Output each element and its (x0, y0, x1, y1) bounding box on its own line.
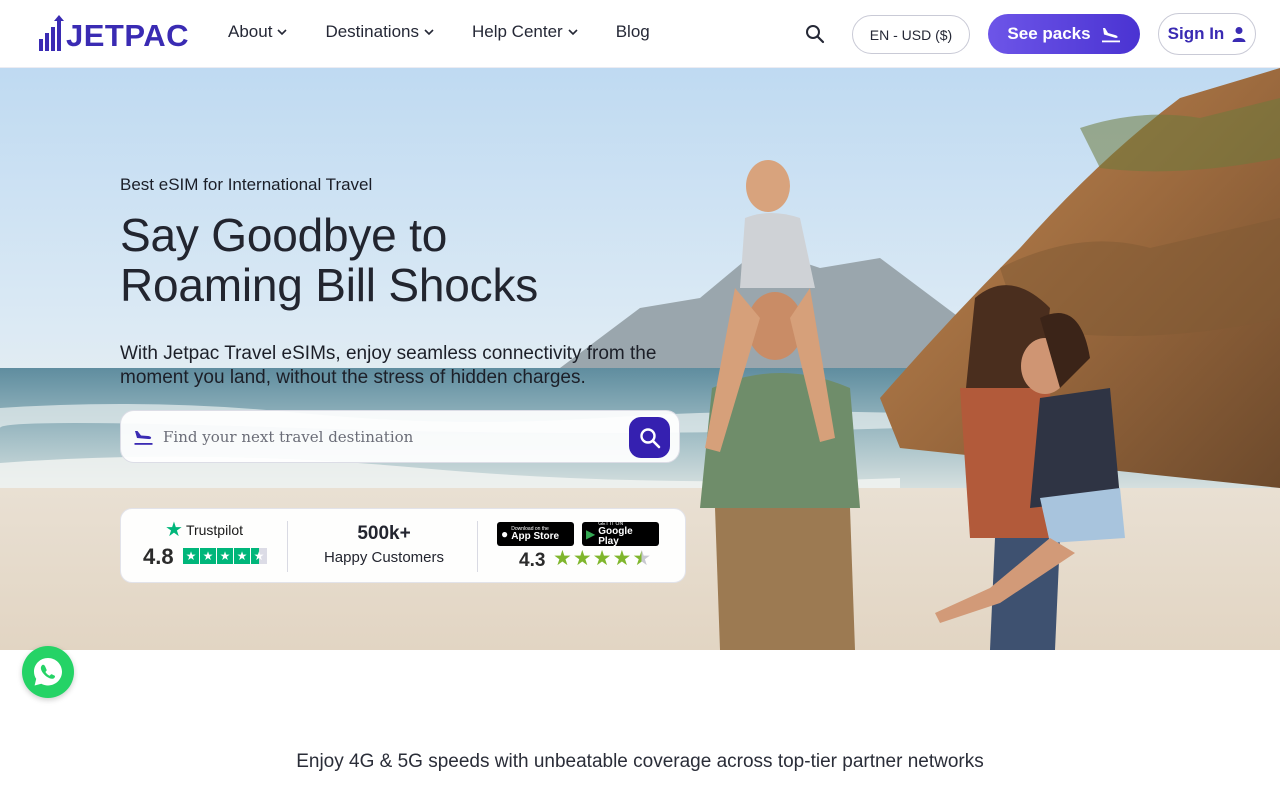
hero-eyebrow: Best eSIM for International Travel (120, 175, 373, 194)
destination-search-input[interactable] (163, 421, 623, 453)
hero-headline-line-2: Roaming Bill Shocks (120, 259, 539, 311)
airplane-landing-icon (1101, 28, 1120, 43)
hero-headline-line-1: Say Goodbye to (120, 209, 448, 261)
google-play-big-text: Google Play (598, 525, 633, 547)
star-icon: ★ (200, 548, 216, 564)
destination-search-box (120, 410, 680, 463)
star-icon: ★ (183, 548, 199, 564)
trust-divider (477, 521, 478, 572)
apple-icon: ● (501, 527, 509, 541)
chevron-down-icon (424, 28, 434, 35)
star-icon: ★ (234, 548, 250, 564)
nav-blog[interactable]: Blog (616, 22, 650, 42)
hero-headline: Say Goodbye to Roaming Bill Shocks (120, 210, 680, 310)
nav-about[interactable]: About (228, 22, 288, 42)
whatsapp-icon (34, 658, 62, 686)
app-ratings: ● Download on the App Store ▶ GET IT ON … (497, 521, 661, 574)
google-play-badge-text: GET IT ON Google Play (598, 521, 655, 547)
sign-in-button[interactable]: Sign In (1158, 13, 1256, 55)
app-rating-score: 4.3 (519, 550, 546, 571)
main-nav: About Destinations Help Center Blog (228, 22, 650, 42)
nav-destinations[interactable]: Destinations (325, 22, 434, 42)
hero-subtext: With Jetpac Travel eSIMs, enjoy seamless… (120, 343, 657, 388)
hero-section: Best eSIM for International Travel Say G… (0, 68, 1280, 650)
nav-about-label: About (228, 22, 273, 41)
destination-search-button[interactable] (629, 417, 670, 458)
locale-currency-selector[interactable]: EN - USD ($) (852, 15, 970, 54)
trustpilot-stars: ★ ★ ★ ★ ★ (183, 548, 267, 564)
app-rating-stars: ★ ★ ★ ★ ★ (553, 548, 651, 570)
trustpilot-score: 4.8 (143, 544, 174, 569)
search-icon (806, 25, 825, 44)
star-icon: ★ (572, 547, 592, 570)
chevron-down-icon (277, 28, 288, 35)
trustpilot-label: Trustpilot (185, 522, 243, 538)
star-icon: ★ (553, 547, 572, 570)
customers-label: Happy Customers (323, 549, 445, 566)
google-play-badge[interactable]: ▶ GET IT ON Google Play (582, 521, 659, 547)
search-icon (639, 427, 660, 448)
airplane-takeoff-icon (134, 431, 153, 445)
star-icon: ★ (592, 547, 612, 570)
coverage-text: Enjoy 4G & 5G speeds with unbeatable cov… (296, 751, 984, 772)
half-star-icon: ★ (251, 548, 267, 564)
google-play-icon: ▶ (586, 527, 596, 541)
nav-blog-label: Blog (615, 22, 650, 41)
customers-count: 500k+ (357, 523, 411, 544)
user-icon (1232, 27, 1246, 42)
logo-bars-icon (39, 15, 64, 51)
app-store-big-text: App Store (511, 530, 560, 542)
site-header: JETPAC About Destinations Help Center Bl… (0, 0, 1280, 68)
trustpilot-rating[interactable]: ★ Trustpilot 4.8 ★ ★ ★ ★ ★ (143, 519, 269, 573)
chevron-down-icon (568, 28, 578, 35)
nav-help-center-label: Help Center (472, 22, 563, 41)
jetpac-logo[interactable]: JETPAC (38, 15, 189, 53)
nav-help-center[interactable]: Help Center (472, 22, 578, 42)
nav-destinations-label: Destinations (325, 22, 419, 41)
trustpilot-star-icon: ★ (165, 519, 183, 541)
trust-divider (287, 521, 288, 572)
content-section (0, 650, 1280, 800)
whatsapp-chat-button[interactable] (22, 646, 74, 698)
star-icon: ★ (612, 547, 632, 570)
app-store-badge-text: Download on the App Store (511, 526, 560, 542)
see-packs-button[interactable]: See packs (988, 14, 1140, 54)
see-packs-label: See packs (1007, 24, 1091, 43)
customers-stat: 500k+ Happy Customers (291, 523, 477, 566)
header-search-button[interactable] (804, 23, 826, 45)
app-store-badge[interactable]: ● Download on the App Store (497, 522, 574, 546)
half-star-icon: ★ (632, 547, 652, 570)
sign-in-label: Sign In (1167, 24, 1225, 43)
logo-text: JETPAC (66, 18, 190, 53)
trustpilot-logo: ★ Trustpilot (165, 519, 243, 541)
trust-bar: ★ Trustpilot 4.8 ★ ★ ★ ★ ★ 500k+ Happy C… (120, 508, 686, 583)
star-icon: ★ (217, 548, 233, 564)
